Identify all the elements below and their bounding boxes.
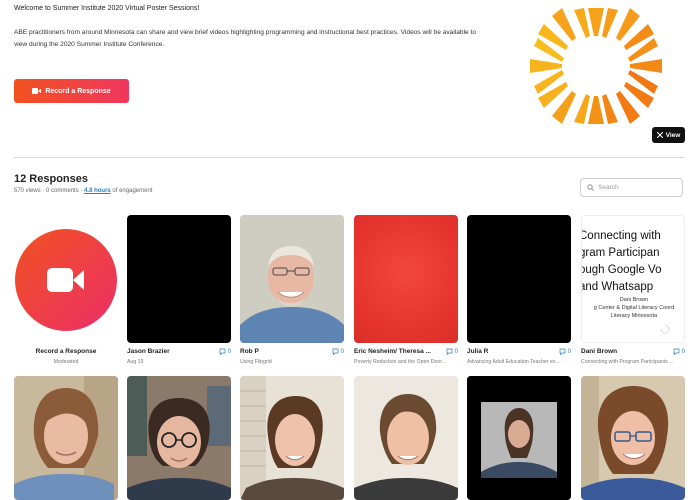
video-thumbnail[interactable] (354, 376, 458, 500)
comment-count[interactable]: 0 (559, 348, 571, 355)
video-thumbnail[interactable] (14, 376, 118, 500)
minnesota-sun-logo (530, 8, 662, 124)
comments-count: 0 comments (46, 188, 79, 194)
comment-count[interactable]: 0 (219, 348, 231, 355)
responder-name: Dani Brown (581, 348, 618, 355)
response-card[interactable]: Julia R 0 Advancing Adult Education Teac… (467, 215, 571, 367)
views-count: 570 views (14, 188, 41, 194)
response-card[interactable] (354, 376, 458, 500)
video-thumbnail[interactable] (127, 376, 231, 500)
comment-count[interactable]: 0 (446, 348, 458, 355)
comment-icon (673, 348, 680, 355)
record-response-card[interactable]: Record a Response Moderated (14, 215, 118, 367)
video-thumbnail[interactable] (467, 376, 571, 500)
video-thumbnail[interactable] (467, 215, 571, 343)
responder-name: Jason Brazier (127, 348, 170, 355)
record-button-label: Record a Response (45, 87, 111, 95)
response-card[interactable] (467, 376, 571, 500)
video-thumbnail[interactable] (354, 215, 458, 343)
record-response-button[interactable]: Record a Response (14, 79, 129, 103)
responder-name: Rob P (240, 348, 259, 355)
response-subtitle: Connecting with Program Participants ... (581, 359, 674, 365)
moderated-label: Moderated (53, 359, 79, 365)
person-thumbnail (467, 376, 571, 500)
search-input[interactable] (598, 184, 678, 191)
person-thumbnail (14, 376, 118, 500)
slide-role: g Center & Digital Literacy Coord (593, 305, 675, 311)
search-icon (587, 184, 594, 191)
record-response-circle[interactable] (15, 229, 117, 331)
welcome-text: Welcome to Summer Institute 2020 Virtual… (14, 5, 200, 12)
person-thumbnail (240, 215, 344, 343)
slide-title-line: Connecting with (581, 230, 661, 242)
video-camera-icon (47, 268, 84, 292)
response-card[interactable] (127, 376, 231, 500)
video-thumbnail[interactable]: Connecting with gram Participan ough Goo… (581, 215, 685, 343)
video-thumbnail[interactable] (127, 215, 231, 343)
response-card[interactable] (14, 376, 118, 500)
comment-count-value: 0 (567, 348, 571, 355)
slide-title-line: gram Participan (581, 247, 660, 259)
response-card[interactable]: Jason Brazier 0 Aug 19 (127, 215, 231, 367)
response-subtitle: Advancing Adult Education Teacher ex... (467, 359, 560, 365)
response-card[interactable] (240, 376, 344, 500)
comment-count-value: 0 (681, 348, 685, 355)
response-card[interactable]: Eric Nesheim/ Theresa ... 0 Poverty Redu… (354, 215, 458, 367)
person-thumbnail (127, 376, 231, 500)
comment-icon (219, 348, 226, 355)
response-subtitle: Aug 19 (127, 359, 144, 365)
slide-org: Literacy Minnesota (610, 313, 658, 319)
responder-name: Julia R (467, 348, 489, 355)
engagement-link[interactable]: 4.8 hours (84, 188, 111, 194)
slide-title: Connecting with gram Participan ough Goo… (581, 228, 662, 296)
loading-spinner-icon (660, 324, 670, 334)
comment-icon (559, 348, 566, 355)
topic-description: ABE practitioners from around Minnesota … (14, 29, 477, 48)
comment-count-value: 0 (227, 348, 231, 355)
comment-count-value: 0 (454, 348, 458, 355)
slide-title-line: ough Google Vo (581, 264, 662, 276)
comment-icon (446, 348, 453, 355)
video-thumbnail[interactable] (240, 376, 344, 500)
search-box[interactable] (580, 178, 683, 197)
comment-icon (332, 348, 339, 355)
comment-count[interactable]: 0 (332, 348, 344, 355)
responder-name: Eric Nesheim/ Theresa ... (354, 348, 431, 355)
section-divider (14, 157, 685, 158)
expand-icon (656, 132, 663, 138)
response-subtitle: Using Flipgrid (240, 359, 272, 365)
comment-count-value: 0 (340, 348, 344, 355)
person-thumbnail (581, 376, 685, 500)
response-card[interactable]: Rob P 0 Using Flipgrid (240, 215, 344, 367)
slide-title-line: and Whatsapp (581, 281, 654, 293)
camera-icon (32, 88, 42, 94)
view-button[interactable]: View (652, 127, 685, 143)
engagement-suffix: of engagement (112, 188, 153, 194)
response-card[interactable]: Connecting with gram Participan ough Goo… (581, 215, 685, 367)
comment-count[interactable]: 0 (673, 348, 685, 355)
person-thumbnail (240, 376, 344, 500)
video-thumbnail[interactable] (581, 376, 685, 500)
response-subtitle: Poverty Reduction and the Open Door... (354, 359, 446, 365)
video-thumbnail[interactable] (240, 215, 344, 343)
slide-subtitle: Dani Brown g Center & Digital Literacy C… (582, 296, 684, 320)
record-response-label: Record a Response (35, 348, 97, 355)
response-stats: 570 views · 0 comments · 4.8 hours of en… (14, 188, 153, 194)
response-card[interactable] (581, 376, 685, 500)
responses-title: 12 Responses (14, 173, 88, 185)
slide-author: Dani Brown (619, 297, 649, 303)
person-thumbnail (354, 376, 458, 500)
view-button-label: View (665, 131, 681, 139)
